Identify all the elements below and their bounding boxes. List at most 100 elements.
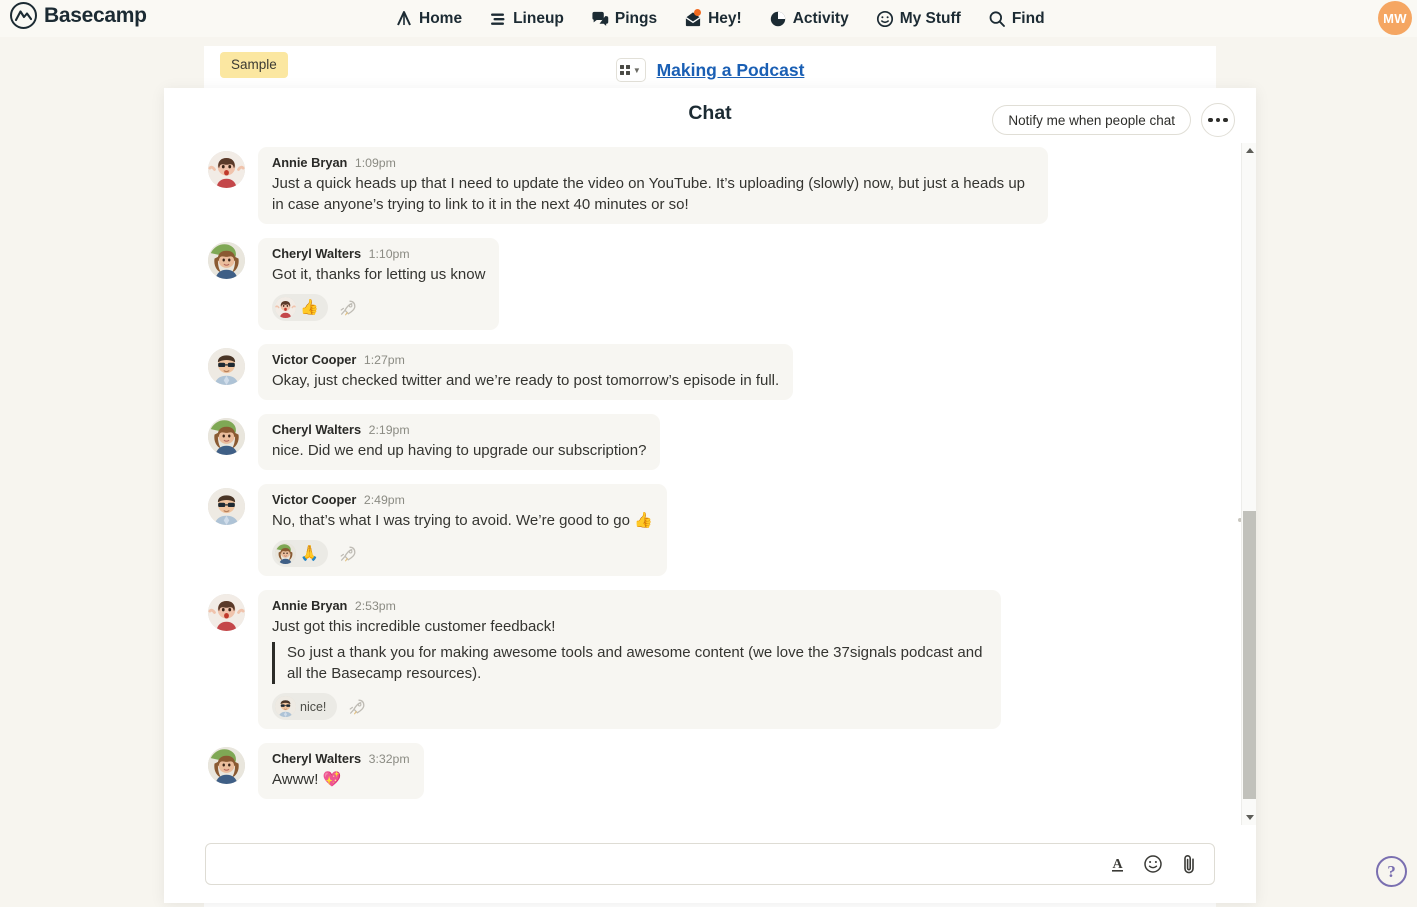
nav-item-lineup-label: Lineup bbox=[513, 10, 564, 28]
message-timestamp: 1:09pm bbox=[355, 156, 396, 170]
scroll-down-arrow-icon[interactable] bbox=[1242, 810, 1257, 825]
message-timestamp: 2:49pm bbox=[364, 493, 405, 507]
nav-item-pings[interactable]: Pings bbox=[589, 7, 659, 31]
chat-message: Annie Bryan 2:53pm Just got this incredi… bbox=[164, 590, 1256, 729]
message-text: Just got this incredible customer feedba… bbox=[272, 616, 987, 637]
chat-message: Cheryl Walters 2:19pm nice. Did we end u… bbox=[164, 414, 1256, 470]
message-timestamp: 1:27pm bbox=[364, 353, 405, 367]
emoji-smiley-icon[interactable] bbox=[1143, 854, 1163, 874]
message-author-avatar bbox=[208, 594, 245, 631]
basecamp-logo-link[interactable]: Basecamp bbox=[10, 2, 147, 29]
nav-item-activity[interactable]: Activity bbox=[767, 7, 851, 31]
nav-item-activity-label: Activity bbox=[793, 10, 849, 28]
nav-item-my-stuff-label: My Stuff bbox=[900, 10, 961, 28]
basecamp-logo-icon bbox=[10, 2, 37, 29]
chat-message: Victor Cooper 2:49pm No, that’s what I w… bbox=[164, 484, 1256, 576]
scrollbar-thumb[interactable] bbox=[1243, 511, 1256, 799]
main-nav-links: Home Lineup Pings Hey! Activity bbox=[393, 0, 1047, 37]
notify-me-button[interactable]: Notify me when people chat bbox=[992, 105, 1191, 135]
message-timestamp: 2:19pm bbox=[369, 423, 410, 437]
project-title-link[interactable]: Making a Podcast bbox=[657, 60, 805, 81]
nav-item-find[interactable]: Find bbox=[986, 7, 1047, 31]
nav-item-lineup[interactable]: Lineup bbox=[487, 7, 566, 31]
add-boost-icon[interactable] bbox=[346, 697, 368, 717]
user-avatar[interactable]: MW bbox=[1378, 1, 1412, 35]
message-text: Okay, just checked twitter and we’re rea… bbox=[272, 370, 779, 391]
message-timestamp: 2:53pm bbox=[355, 599, 396, 613]
nav-item-hey[interactable]: Hey! bbox=[682, 7, 744, 31]
reaction-author-avatar bbox=[275, 696, 296, 717]
message-bubble: Annie Bryan 1:09pm Just a quick heads up… bbox=[258, 147, 1048, 224]
nav-item-find-label: Find bbox=[1012, 10, 1045, 28]
reaction-author-avatar bbox=[275, 297, 296, 318]
message-list-scroll-area[interactable]: Nothing beats Mr. Beef! But I guess if y… bbox=[164, 143, 1256, 825]
message-bubble: Cheryl Walters 2:19pm nice. Did we end u… bbox=[258, 414, 660, 470]
chat-message: Annie Bryan 1:09pm Just a quick heads up… bbox=[164, 147, 1256, 224]
message-reactions: 👍 bbox=[272, 294, 485, 321]
reaction-pill[interactable]: 🙏 bbox=[272, 540, 328, 567]
message-timestamp: 1:10pm bbox=[369, 247, 410, 261]
message-quote: So just a thank you for making awesome t… bbox=[272, 642, 987, 684]
chat-message: Victor Cooper 1:27pm Okay, just checked … bbox=[164, 344, 1256, 400]
scroll-up-arrow-icon[interactable] bbox=[1242, 143, 1257, 158]
message-meta: Annie Bryan 2:53pm bbox=[272, 598, 987, 614]
reaction-pill[interactable]: 👍 bbox=[272, 294, 328, 321]
message-reactions: nice! bbox=[272, 693, 987, 720]
reaction-emoji: 👍 bbox=[300, 299, 319, 317]
message-author-name: Cheryl Walters bbox=[272, 246, 361, 261]
message-author-avatar bbox=[208, 418, 245, 455]
add-boost-icon[interactable] bbox=[337, 544, 359, 564]
nav-item-hey-label: Hey! bbox=[708, 10, 742, 28]
text-format-icon[interactable]: A bbox=[1108, 855, 1127, 874]
message-author-name: Victor Cooper bbox=[272, 492, 356, 507]
reaction-author-avatar bbox=[275, 543, 296, 564]
message-bubble: Cheryl Walters 3:32pm Awww! 💖 bbox=[258, 743, 424, 799]
message-author-name: Annie Bryan bbox=[272, 155, 347, 170]
hey-notification-badge bbox=[694, 9, 701, 16]
message-text: Just a quick heads up that I need to upd… bbox=[272, 173, 1034, 215]
message-author-name: Cheryl Walters bbox=[272, 751, 361, 766]
message-list-scrollbar[interactable] bbox=[1241, 143, 1256, 825]
message-text: nice. Did we end up having to upgrade ou… bbox=[272, 440, 646, 461]
chevron-down-icon: ▼ bbox=[633, 66, 641, 75]
message-bubble: Victor Cooper 1:27pm Okay, just checked … bbox=[258, 344, 793, 400]
message-author-avatar bbox=[208, 151, 245, 188]
message-meta: Victor Cooper 1:27pm bbox=[272, 352, 779, 368]
message-composer-area: A bbox=[164, 825, 1256, 903]
nav-item-pings-label: Pings bbox=[615, 10, 657, 28]
message-author-avatar bbox=[208, 348, 245, 385]
chat-panel: Chat Notify me when people chat Nothing … bbox=[164, 88, 1256, 903]
project-grid-menu-button[interactable]: ▼ bbox=[616, 58, 646, 82]
message-reactions: 🙏 bbox=[272, 540, 653, 567]
message-bubble: Cheryl Walters 1:10pm Got it, thanks for… bbox=[258, 238, 499, 330]
home-icon bbox=[395, 10, 413, 28]
message-author-avatar bbox=[208, 242, 245, 279]
message-author-name: Annie Bryan bbox=[272, 598, 347, 613]
message-author-avatar bbox=[208, 747, 245, 784]
nav-item-my-stuff[interactable]: My Stuff bbox=[874, 7, 963, 31]
reaction-pill[interactable]: nice! bbox=[272, 693, 337, 720]
chat-more-menu-button[interactable] bbox=[1201, 103, 1235, 137]
message-meta: Annie Bryan 1:09pm bbox=[272, 155, 1034, 171]
project-header: ▼ Making a Podcast bbox=[204, 58, 1216, 82]
pings-icon bbox=[591, 10, 609, 28]
nav-item-home[interactable]: Home bbox=[393, 7, 464, 31]
attachment-clip-icon[interactable] bbox=[1179, 853, 1199, 875]
svg-text:A: A bbox=[1112, 857, 1123, 872]
nav-item-home-label: Home bbox=[419, 10, 462, 28]
activity-pie-icon bbox=[769, 10, 787, 28]
message-meta: Victor Cooper 2:49pm bbox=[272, 492, 653, 508]
message-meta: Cheryl Walters 3:32pm bbox=[272, 751, 410, 767]
reaction-word: nice! bbox=[300, 700, 328, 714]
message-meta: Cheryl Walters 2:19pm bbox=[272, 422, 646, 438]
add-boost-icon[interactable] bbox=[337, 298, 359, 318]
message-bubble: Victor Cooper 2:49pm No, that’s what I w… bbox=[258, 484, 667, 576]
message-author-name: Cheryl Walters bbox=[272, 422, 361, 437]
help-button[interactable]: ? bbox=[1376, 856, 1407, 887]
reaction-emoji: 🙏 bbox=[300, 545, 319, 563]
message-text: Awww! 💖 bbox=[272, 769, 410, 790]
message-author-avatar bbox=[208, 488, 245, 525]
message-input[interactable] bbox=[206, 844, 1108, 884]
lineup-icon bbox=[489, 10, 507, 28]
grid-menu-icon bbox=[620, 65, 630, 75]
